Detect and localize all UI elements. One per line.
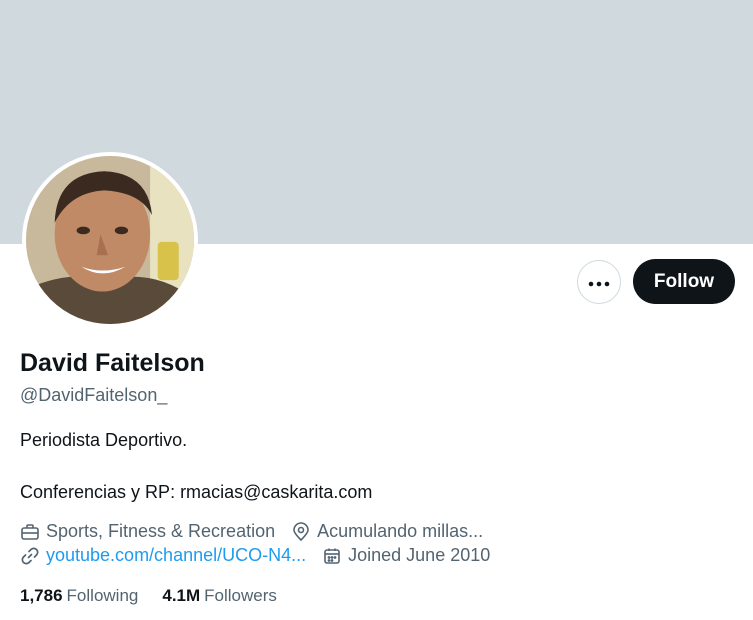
briefcase-icon xyxy=(20,522,40,542)
link-icon xyxy=(20,546,40,566)
following-count: 1,786 xyxy=(20,586,63,605)
profile-bio-line1: Periodista Deportivo. xyxy=(20,430,188,450)
followers-count: 4.1M xyxy=(162,586,201,605)
profile-bio-line2: Conferencias y RP: rmacias@caskarita.com xyxy=(20,482,373,502)
profile-location: Acumulando millas... xyxy=(291,521,483,542)
profile-joined-label: Joined June 2010 xyxy=(348,545,491,565)
profile-joined: Joined June 2010 xyxy=(322,545,490,566)
more-options-button[interactable] xyxy=(577,260,621,304)
profile-name: David Faitelson xyxy=(20,349,205,377)
profile-category: Sports, Fitness & Recreation xyxy=(20,521,275,542)
followers-label: Followers xyxy=(204,586,277,605)
follow-button[interactable]: Follow xyxy=(633,259,735,304)
profile-avatar[interactable] xyxy=(22,152,198,328)
profile-location-label: Acumulando millas... xyxy=(317,521,484,541)
profile-website: youtube.com/channel/UCO-N4... xyxy=(20,545,306,566)
map-pin-icon xyxy=(291,521,311,542)
profile-handle: @DavidFaitelson_ xyxy=(20,385,168,405)
following-label: Following xyxy=(66,586,139,605)
profile-category-label: Sports, Fitness & Recreation xyxy=(46,521,276,541)
avatar-photo xyxy=(26,156,194,324)
profile-website-link[interactable]: youtube.com/channel/UCO-N4... xyxy=(46,545,306,566)
profile-meta-row-1: Sports, Fitness & Recreation Acumulando … xyxy=(20,521,499,542)
more-dots-icon xyxy=(588,275,610,290)
followers-stat[interactable]: 4.1M Followers xyxy=(162,586,277,606)
following-stat[interactable]: 1,786 Following xyxy=(20,586,138,606)
calendar-icon xyxy=(322,546,342,566)
profile-meta-row-2: youtube.com/channel/UCO-N4... Joined Jun… xyxy=(20,545,506,566)
profile-stats: 1,786 Following 4.1M Followers xyxy=(20,586,301,606)
